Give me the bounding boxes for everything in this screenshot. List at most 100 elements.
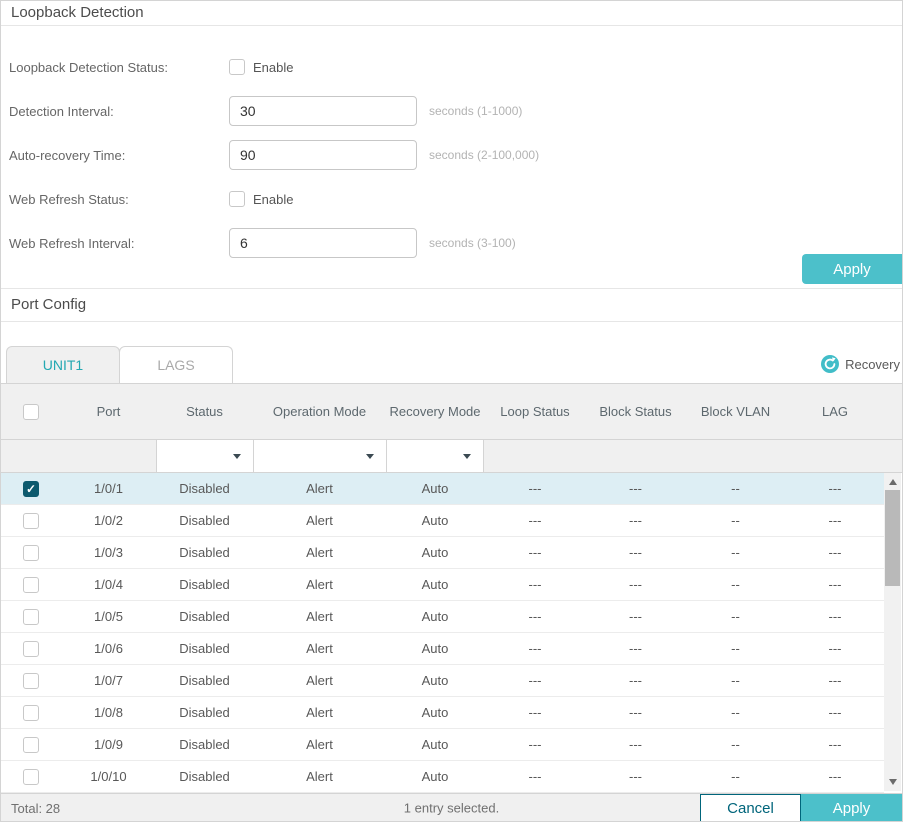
form-row-detection-interval: Detection Interval: seconds (1-1000) <box>9 96 902 126</box>
cell-block-status: --- <box>629 481 642 496</box>
cell-operation-mode: Alert <box>306 513 333 528</box>
cell-block-status: --- <box>629 641 642 656</box>
cell-recovery-mode: Auto <box>421 545 449 560</box>
loopback-apply-button[interactable]: Apply <box>802 254 902 284</box>
table-row[interactable]: 1/0/8 Disabled Alert Auto --- --- -- --- <box>1 697 884 729</box>
loopback-status-checkbox[interactable] <box>229 59 245 75</box>
web-refresh-status-checkbox[interactable] <box>229 191 245 207</box>
column-header-status: Status <box>186 404 223 419</box>
table-row[interactable]: 1/0/7 Disabled Alert Auto --- --- -- --- <box>1 665 884 697</box>
cell-operation-mode: Alert <box>306 545 333 560</box>
cell-lag: --- <box>828 641 842 656</box>
row-checkbox[interactable] <box>23 768 39 785</box>
vertical-scrollbar[interactable] <box>884 473 901 791</box>
cell-recovery-mode: Auto <box>421 481 449 496</box>
table-row[interactable]: 1/0/1 Disabled Alert Auto --- --- -- --- <box>1 473 884 505</box>
scroll-up-icon[interactable] <box>884 475 901 489</box>
cell-loop-status: --- <box>528 481 542 496</box>
cell-block-status: --- <box>629 609 642 624</box>
cell-lag: --- <box>828 513 842 528</box>
row-checkbox[interactable] <box>23 672 39 689</box>
select-all-checkbox[interactable] <box>23 403 39 420</box>
cell-lag: --- <box>828 769 842 784</box>
cell-block-status: --- <box>629 769 642 784</box>
cancel-button[interactable]: Cancel <box>700 794 801 821</box>
detection-interval-input[interactable] <box>229 96 417 126</box>
recovery-legend[interactable]: Recovery <box>821 355 900 373</box>
loopback-status-label: Loopback Detection Status: <box>9 59 168 75</box>
cell-port: 1/0/7 <box>94 673 123 688</box>
row-checkbox[interactable] <box>23 576 39 593</box>
loopback-form: Loopback Detection Status: Enable Detect… <box>1 26 902 258</box>
cell-loop-status: --- <box>528 705 542 720</box>
cell-recovery-mode: Auto <box>421 673 449 688</box>
table-row[interactable]: 1/0/3 Disabled Alert Auto --- --- -- --- <box>1 537 884 569</box>
cell-status: Disabled <box>179 705 230 720</box>
cell-recovery-mode: Auto <box>421 577 449 592</box>
cell-port: 1/0/3 <box>94 545 123 560</box>
cell-loop-status: --- <box>528 609 542 624</box>
auto-recovery-label: Auto-recovery Time: <box>9 147 126 163</box>
cell-block-vlan: -- <box>731 577 740 592</box>
cell-block-vlan: -- <box>731 641 740 656</box>
scroll-down-icon[interactable] <box>884 775 901 789</box>
row-checkbox[interactable] <box>23 736 39 753</box>
row-checkbox[interactable] <box>23 544 39 561</box>
cell-status: Disabled <box>179 641 230 656</box>
row-checkbox[interactable] <box>23 512 39 529</box>
cell-loop-status: --- <box>528 545 542 560</box>
table-row[interactable]: 1/0/2 Disabled Alert Auto --- --- -- --- <box>1 505 884 537</box>
header-checkbox-cell <box>1 403 61 420</box>
cell-operation-mode: Alert <box>306 641 333 656</box>
filter-recovery-mode-dropdown[interactable] <box>386 440 484 472</box>
tabs-row: UNIT1 LAGS Recovery <box>1 322 902 383</box>
cell-port: 1/0/4 <box>94 577 123 592</box>
auto-recovery-input[interactable] <box>229 140 417 170</box>
cell-loop-status: --- <box>528 673 542 688</box>
recovery-icon <box>821 355 840 373</box>
web-refresh-interval-input[interactable] <box>229 228 417 258</box>
cell-port: 1/0/8 <box>94 705 123 720</box>
row-checkbox[interactable] <box>23 608 39 625</box>
chevron-down-icon <box>233 453 241 459</box>
table-header-row: Port Status Operation Mode Recovery Mode… <box>1 383 902 440</box>
table-row[interactable]: 1/0/6 Disabled Alert Auto --- --- -- --- <box>1 633 884 665</box>
section-title-loopback-detection: Loopback Detection <box>1 1 902 26</box>
column-header-lag: LAG <box>821 404 848 419</box>
column-header-block-vlan: Block VLAN <box>700 404 771 419</box>
row-checkbox[interactable] <box>23 480 39 497</box>
cell-operation-mode: Alert <box>306 609 333 624</box>
cell-operation-mode: Alert <box>306 705 333 720</box>
tab-unit1[interactable]: UNIT1 <box>6 346 120 383</box>
cell-block-status: --- <box>629 513 642 528</box>
recovery-legend-label: Recovery <box>845 356 900 372</box>
row-checkbox[interactable] <box>23 640 39 657</box>
table-footer: Total: 28 1 entry selected. Cancel Apply <box>1 793 902 821</box>
cell-recovery-mode: Auto <box>421 769 449 784</box>
cell-block-vlan: -- <box>731 737 740 752</box>
table-row[interactable]: 1/0/10 Disabled Alert Auto --- --- -- --… <box>1 761 884 793</box>
cell-status: Disabled <box>179 577 230 592</box>
scrollbar-thumb[interactable] <box>885 490 900 586</box>
cell-recovery-mode: Auto <box>421 737 449 752</box>
filter-operation-mode-dropdown[interactable] <box>253 440 386 472</box>
row-checkbox[interactable] <box>23 704 39 721</box>
cell-lag: --- <box>828 481 842 496</box>
cell-lag: --- <box>828 545 842 560</box>
section-title-port-config: Port Config <box>1 289 902 322</box>
port-config-apply-button[interactable]: Apply <box>801 794 902 821</box>
chevron-down-icon <box>366 453 374 459</box>
cell-block-vlan: -- <box>731 545 740 560</box>
column-header-operation-mode: Operation Mode <box>272 404 367 419</box>
cell-operation-mode: Alert <box>306 673 333 688</box>
tab-lags[interactable]: LAGS <box>119 346 233 383</box>
cell-block-status: --- <box>629 737 642 752</box>
cell-block-vlan: -- <box>731 513 740 528</box>
table-row[interactable]: 1/0/4 Disabled Alert Auto --- --- -- --- <box>1 569 884 601</box>
table-row[interactable]: 1/0/9 Disabled Alert Auto --- --- -- --- <box>1 729 884 761</box>
table-row[interactable]: 1/0/5 Disabled Alert Auto --- --- -- --- <box>1 601 884 633</box>
cell-port: 1/0/1 <box>94 481 123 496</box>
filter-blank-left <box>1 440 156 472</box>
total-count: Total: 28 <box>11 800 61 816</box>
filter-status-dropdown[interactable] <box>156 440 253 472</box>
